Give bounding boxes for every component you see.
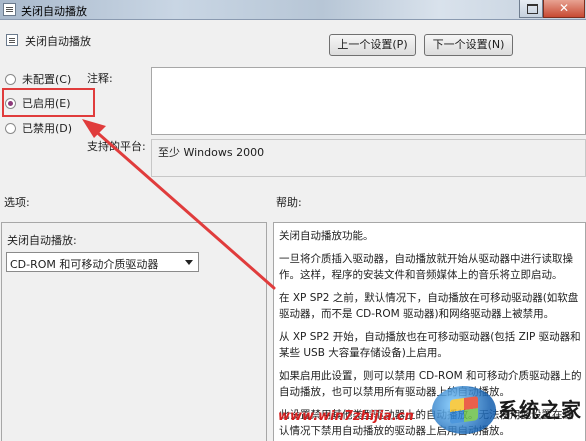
policy-setting-icon: [6, 34, 18, 46]
radio-button[interactable]: [5, 74, 16, 85]
help-paragraph: 在 XP SP2 之前，默认情况下，自动播放在可移动驱动器(如软盘驱动器，而不是…: [279, 292, 579, 320]
autoplay-option-label: 关闭自动播放:: [7, 234, 77, 247]
comment-textarea[interactable]: [151, 67, 586, 135]
next-setting-button[interactable]: 下一个设置(N): [424, 34, 513, 56]
previous-setting-button[interactable]: 上一个设置(P): [329, 34, 416, 56]
select-value: CD-ROM 和可移动介质驱动器: [10, 258, 159, 271]
window-titlebar: 关闭自动播放: [0, 0, 586, 20]
autoplay-drive-select[interactable]: CD-ROM 和可移动介质驱动器: [6, 252, 199, 272]
comment-label: 注释:: [87, 72, 113, 85]
supported-platform-field: 至少 Windows 2000: [151, 139, 586, 177]
radio-button[interactable]: [5, 123, 16, 134]
window-title: 关闭自动播放: [21, 5, 87, 18]
radio-label: 已禁用(D): [22, 122, 73, 135]
chevron-down-icon[interactable]: [185, 260, 193, 265]
supported-platform-label: 支持的平台:: [87, 140, 146, 153]
help-heading: 帮助:: [276, 196, 302, 209]
policy-icon: [3, 3, 16, 16]
windows-logo-icon: [432, 386, 496, 434]
annotation-highlight-box: [2, 88, 95, 117]
setting-title: 关闭自动播放: [25, 35, 91, 48]
options-panel: 关闭自动播放: CD-ROM 和可移动介质驱动器: [1, 222, 267, 441]
help-paragraph: 一旦将介质插入驱动器，自动播放就开始从驱动器中进行读取操作。这样，程序的安装文件…: [279, 253, 573, 281]
help-paragraph: 从 XP SP2 开始，自动播放也在可移动驱动器(包括 ZIP 驱动器和某些 U…: [279, 331, 581, 359]
help-paragraph: 关闭自动播放功能。: [279, 230, 374, 242]
maximize-button[interactable]: [519, 0, 543, 18]
watermark-url: www.win7zhijia.cn: [278, 409, 414, 424]
options-heading: 选项:: [4, 196, 30, 209]
supported-platform-value: 至少 Windows 2000: [158, 146, 265, 159]
watermark-logo: 系统之家: [432, 380, 586, 441]
close-button[interactable]: [543, 0, 585, 18]
watermark-brand: 系统之家: [498, 398, 582, 422]
radio-label: 未配置(C): [22, 73, 72, 86]
